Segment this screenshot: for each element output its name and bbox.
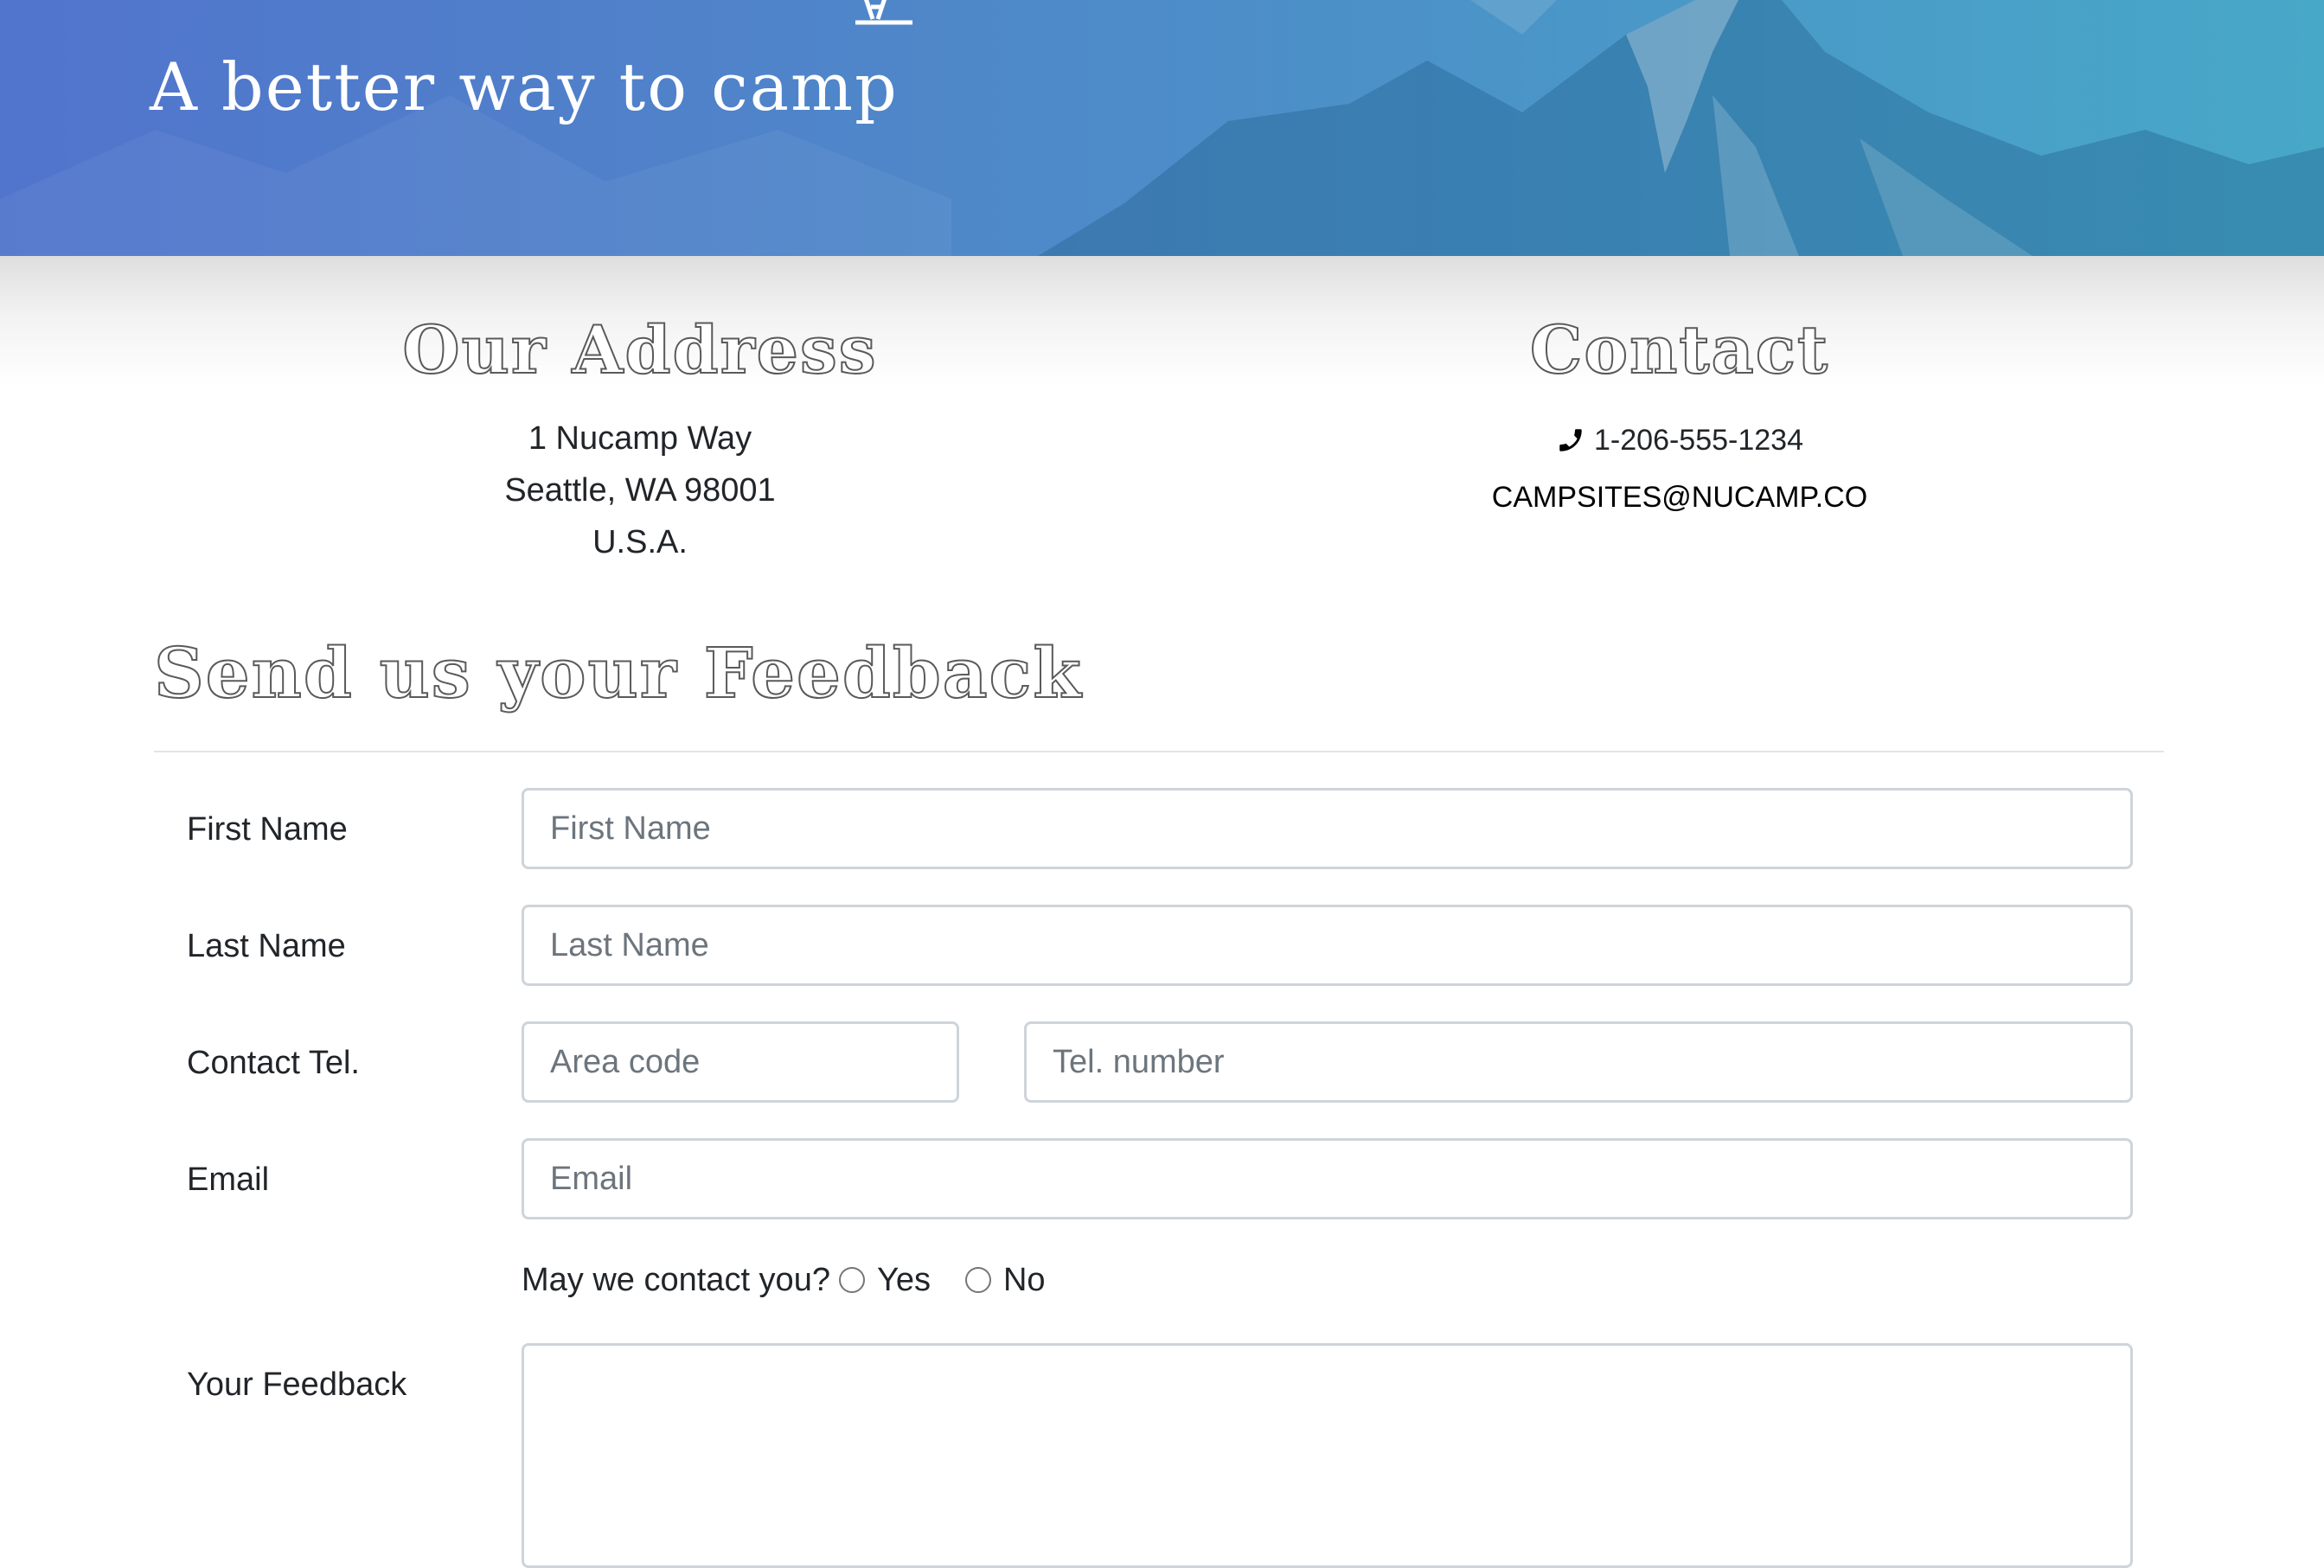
first-name-input[interactable] [522,788,2133,869]
contact-no-option[interactable]: No [964,1259,1046,1301]
your-feedback-label: Your Feedback [187,1366,407,1403]
contact-permission-question: May we contact you? [522,1262,830,1298]
contact-yes-radio[interactable] [838,1267,865,1293]
email-link[interactable]: campsites@nucamp.co [1492,481,1867,514]
last-name-input[interactable] [522,905,2133,986]
hero-banner: A better way to camp [0,0,2324,256]
phone-number: 1-206-555-1234 [1594,424,1803,457]
tagline: A better way to camp [150,48,899,125]
contact-no-radio[interactable] [964,1267,991,1293]
section-divider [154,751,2164,752]
email-input[interactable] [522,1138,2133,1219]
mountain-background-image [0,0,2324,256]
contact-no-label: No [1002,1262,1046,1298]
address-line-street: 1 Nucamp Way [528,420,752,457]
last-name-label: Last Name [187,928,346,964]
feedback-textarea[interactable] [522,1343,2133,1568]
feedback-heading: Send us your Feedback [153,631,1083,714]
tel-number-input[interactable] [1024,1021,2133,1103]
address-block: 1 Nucamp Way Seattle, WA 98001 U.S.A. [294,413,986,568]
address-line-country: U.S.A. [592,524,688,560]
contact-block: 1-206-555-1234 campsites@nucamp.co [1334,414,2026,523]
area-code-input[interactable] [522,1021,959,1103]
first-name-label: First Name [187,811,348,848]
phone-row: 1-206-555-1234 [1334,414,2026,471]
contact-tel-label: Contact Tel. [187,1045,360,1081]
contact-yes-option[interactable]: Yes [838,1259,931,1301]
nucamp-logo [855,0,912,25]
contact-permission-row: May we contact you? Yes No [522,1259,1046,1301]
contact-heading: Contact [1529,310,1830,389]
email-label: Email [187,1162,270,1198]
address-section: Our Address 1 Nucamp Way Seattle, WA 980… [294,307,986,568]
address-heading: Our Address [401,310,878,389]
contact-yes-label: Yes [876,1262,931,1298]
phone-icon [1559,429,1582,451]
address-line-city: Seattle, WA 98001 [504,472,776,509]
contact-section: Contact 1-206-555-1234 campsites@nucamp.… [1334,307,2026,523]
